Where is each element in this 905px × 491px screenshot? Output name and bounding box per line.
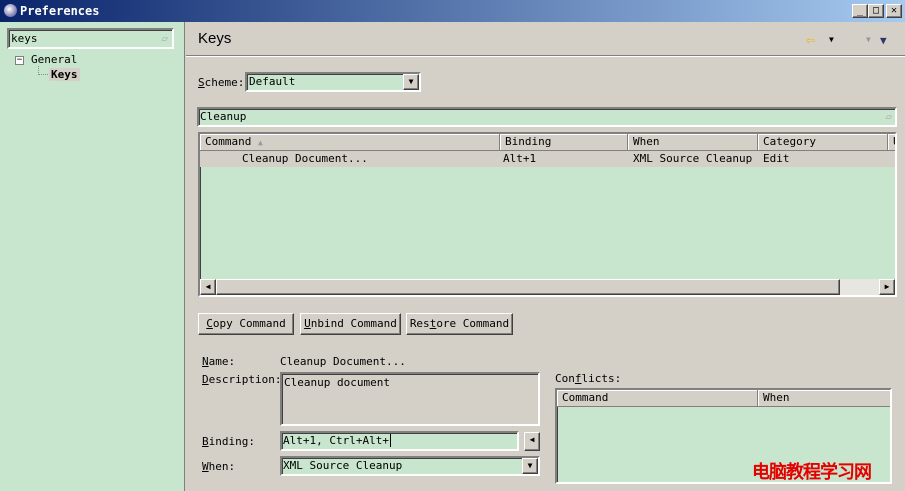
sort-asc-icon: ▲ xyxy=(257,138,263,147)
binding-input[interactable]: Alt+1, Ctrl+Alt+ xyxy=(280,431,519,451)
when-label: When: xyxy=(202,460,236,473)
back-menu-icon[interactable]: ▼ xyxy=(829,35,834,44)
name-label: Name: xyxy=(202,355,236,368)
title-bar: Preferences xyxy=(0,0,905,22)
page-title: Keys xyxy=(198,30,232,47)
conflicts-header-when[interactable]: When xyxy=(758,390,890,407)
maximize-button[interactable]: □ xyxy=(868,4,884,18)
back-icon[interactable]: ⇦ xyxy=(806,31,815,49)
conflicts-label: Conflicts: xyxy=(555,372,622,385)
column-header-command[interactable]: Command ▲ xyxy=(200,134,500,151)
binding-value: Alt+1, Ctrl+Alt+ xyxy=(283,434,389,447)
command-filter-value: Cleanup xyxy=(200,110,247,123)
clear-filter-icon[interactable]: ▱ xyxy=(885,109,892,124)
unbind-command-button[interactable]: Unbind Command xyxy=(300,313,401,335)
chevron-left-icon: ◀ xyxy=(529,435,535,444)
tree-item-general[interactable]: General xyxy=(31,53,77,66)
description-label: Description: xyxy=(202,373,282,386)
minimize-button[interactable]: _ xyxy=(852,4,868,18)
column-header-category[interactable]: Category xyxy=(758,134,888,151)
sidebar: keys ▱ − General Keys xyxy=(0,22,185,491)
conflicts-header-command[interactable]: Command xyxy=(557,390,758,407)
close-button[interactable]: ✕ xyxy=(886,4,902,18)
tree-connector xyxy=(38,66,48,75)
clear-filter-icon[interactable]: ▱ xyxy=(161,32,168,46)
cell-command: Cleanup Document... xyxy=(242,152,368,165)
binding-label: Binding: xyxy=(202,435,255,448)
cell-binding: Alt+1 xyxy=(503,152,537,165)
binding-menu-button[interactable]: ◀ xyxy=(524,432,540,451)
scheme-combo[interactable]: Default ▼ xyxy=(245,72,421,92)
cell-when: XML Source Cleanup xyxy=(633,152,753,165)
text-cursor xyxy=(389,434,391,447)
column-header-binding[interactable]: Binding xyxy=(500,134,628,151)
column-header-user[interactable]: U xyxy=(888,134,895,151)
collapse-icon[interactable]: − xyxy=(15,56,24,65)
copy-command-button[interactable]: Copy Command xyxy=(198,313,294,335)
forward-menu-icon[interactable]: ▼ xyxy=(866,35,871,44)
chevron-down-icon[interactable]: ▼ xyxy=(522,458,538,474)
tree-item-keys[interactable]: Keys xyxy=(49,68,80,81)
eclipse-logo-icon xyxy=(4,4,17,17)
scroll-right-icon[interactable]: ▶ xyxy=(879,279,895,295)
restore-command-button[interactable]: Restore Command xyxy=(406,313,513,335)
scroll-left-icon[interactable]: ◀ xyxy=(200,279,216,295)
filter-input-value: keys xyxy=(11,32,38,45)
description-textarea[interactable]: Cleanup document xyxy=(280,372,540,426)
bindings-table: Command ▲ Binding When Category U Cleanu… xyxy=(198,132,897,297)
when-value: XML Source Cleanup xyxy=(283,459,403,472)
chevron-down-icon[interactable]: ▼ xyxy=(403,74,419,90)
cell-category: Edit xyxy=(763,152,790,165)
scrollbar-thumb[interactable] xyxy=(216,279,840,295)
forward-icon[interactable]: ⇨ xyxy=(843,31,852,49)
column-header-when[interactable]: When xyxy=(628,134,758,151)
watermark: 电脑教程学习网 xyxy=(752,462,872,483)
horizontal-scrollbar[interactable]: ◀ ▶ xyxy=(200,279,895,295)
view-menu-icon[interactable]: ▼ xyxy=(880,34,887,47)
scheme-label: Scheme: xyxy=(198,76,245,89)
filter-input[interactable]: keys ▱ xyxy=(7,28,174,49)
table-row[interactable]: Cleanup Document... Alt+1 XML Source Cle… xyxy=(200,151,895,167)
command-filter-input[interactable]: Cleanup ▱ xyxy=(197,107,897,127)
when-combo[interactable]: XML Source Cleanup ▼ xyxy=(280,456,540,476)
header-separator xyxy=(186,55,905,57)
scheme-value: Default xyxy=(249,75,296,88)
window-title: Preferences xyxy=(20,4,100,18)
name-value: Cleanup Document... xyxy=(280,355,406,368)
